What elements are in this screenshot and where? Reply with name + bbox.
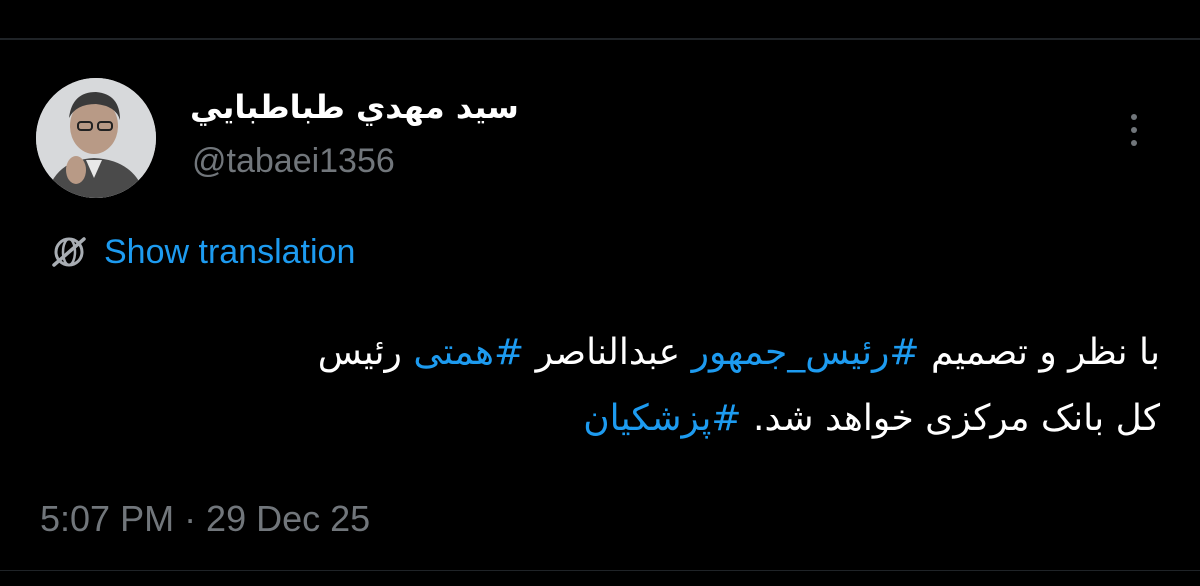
author-display-name[interactable]: سيد مهدي طباطبايي <box>190 88 540 126</box>
globe-translate-icon <box>52 237 86 267</box>
top-divider <box>0 38 1200 40</box>
show-translation-label: Show translation <box>104 232 356 271</box>
tweet-text-segment: با نظر و تصمیم <box>919 332 1160 373</box>
hashtag-link[interactable]: #پزشکیان <box>583 398 741 439</box>
show-translation-button[interactable]: Show translation <box>48 230 355 274</box>
author-handle[interactable]: @tabaei1356 <box>192 142 395 181</box>
tweet-text-segment: عبدالناصر <box>524 332 692 373</box>
avatar[interactable] <box>36 78 156 198</box>
tweet-text-segment: رئیس <box>317 332 414 373</box>
more-vertical-icon <box>1131 114 1137 120</box>
bottom-divider <box>0 570 1200 571</box>
hashtag-link[interactable]: #همتی <box>413 332 524 373</box>
tweet-line: با نظر و تصمیم #رئیس_جمهور عبدالناصر #هم… <box>40 320 1160 386</box>
tweet-line: کل بانک مرکزی خواهد شد. #پزشکیان <box>40 386 1160 452</box>
tweet-text: با نظر و تصمیم #رئیس_جمهور عبدالناصر #هم… <box>40 320 1160 452</box>
more-options-button[interactable] <box>1118 106 1150 154</box>
tweet-timestamp[interactable]: 5:07 PM · 29 Dec 25 <box>40 498 370 540</box>
avatar-photo <box>36 78 156 198</box>
hashtag-link[interactable]: #رئیس_جمهور <box>692 332 920 373</box>
tweet-text-segment: کل بانک مرکزی خواهد شد. <box>741 398 1160 439</box>
